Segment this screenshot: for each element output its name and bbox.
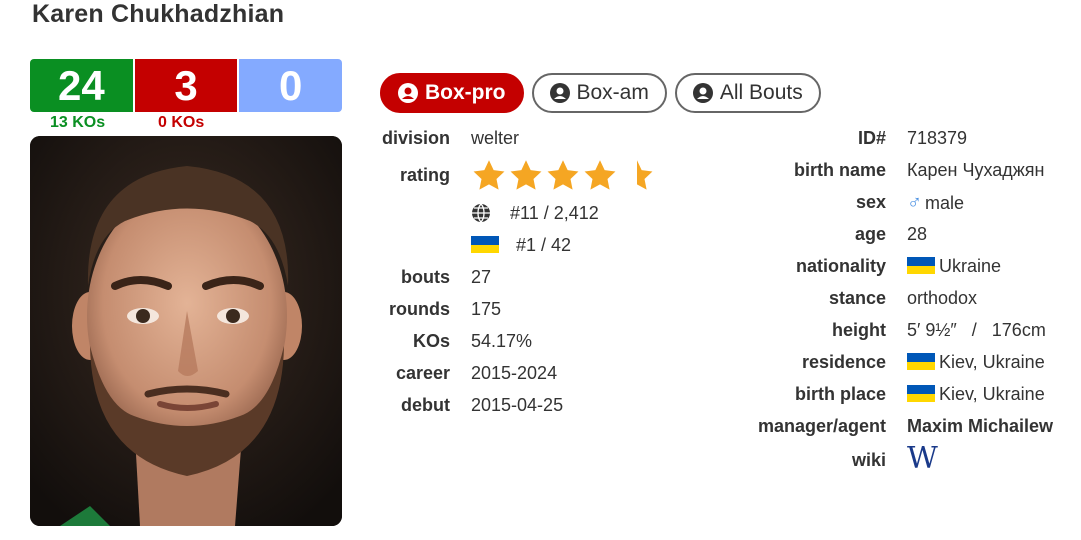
sex-label: sex <box>855 192 886 212</box>
stance-value: orthodox <box>907 288 978 308</box>
ukraine-flag-icon <box>471 236 499 253</box>
kos-value: 54.17% <box>471 331 533 351</box>
ukraine-flag-icon <box>907 257 935 274</box>
rounds-value: 175 <box>471 299 502 319</box>
manager-label: manager/agent <box>757 416 886 436</box>
star-icon <box>584 160 616 190</box>
user-circle-icon <box>398 83 418 103</box>
age-label: age <box>854 224 886 244</box>
sex-row: ♂ male <box>907 192 964 215</box>
nationality-value: Ukraine <box>939 256 1002 276</box>
country-rank-value: #1 / 42 <box>516 235 572 255</box>
boxer-photo <box>30 136 342 526</box>
boxer-name: Karen Chukhadzhian <box>32 0 285 28</box>
birth-name-value: Карен Чухаджян <box>907 160 1045 180</box>
tab-box-am[interactable]: Box-am <box>531 73 667 113</box>
debut-label: debut <box>401 395 450 415</box>
height-value: 5′ 9½″ / 176cm <box>907 320 1046 340</box>
record-type-tabs: Box-pro Box-am All Bouts <box>380 73 821 113</box>
nationality-label: nationality <box>795 256 886 276</box>
birth-place-value: Kiev, Ukraine <box>939 384 1045 404</box>
division-label: division <box>381 128 450 148</box>
birth-place-label: birth place <box>794 384 886 404</box>
manager-value[interactable]: Maxim Michailew <box>907 416 1053 437</box>
bouts-label: bouts <box>401 267 450 287</box>
division-value: welter <box>471 128 520 148</box>
losses-kos: 0 KOs <box>158 114 205 131</box>
residence-row[interactable]: Kiev, Ukraine <box>907 352 1045 373</box>
boxer-portrait-image <box>30 136 342 526</box>
tab-label: All Bouts <box>719 81 803 104</box>
wins-count: 24 <box>30 59 135 112</box>
id-value: 718379 <box>907 128 968 148</box>
rating-stars <box>471 158 655 194</box>
nationality-row[interactable]: Ukraine <box>907 256 1001 277</box>
draws-count: 0 <box>239 59 343 112</box>
tab-label: Box-am <box>576 81 649 104</box>
kos-label: KOs <box>412 331 450 351</box>
id-label: ID# <box>857 128 886 148</box>
svg-text:W: W <box>907 444 938 472</box>
ukraine-flag-icon <box>907 353 935 370</box>
debut-value: 2015-04-25 <box>471 395 564 415</box>
tab-label: Box-pro <box>425 81 506 104</box>
residence-label: residence <box>801 352 886 372</box>
user-circle-icon <box>549 83 570 103</box>
bouts-value: 27 <box>471 267 492 287</box>
star-icon <box>473 160 505 190</box>
rounds-label: rounds <box>389 299 450 319</box>
wins-kos: 13 KOs <box>50 114 106 131</box>
star-icon <box>510 160 542 190</box>
star-icon <box>547 160 579 190</box>
wikipedia-icon[interactable]: W <box>907 441 943 477</box>
country-rank: #1 / 42 <box>471 235 571 256</box>
tab-box-pro[interactable]: Box-pro <box>380 73 524 113</box>
height-label: height <box>832 320 886 340</box>
residence-value: Kiev, Ukraine <box>939 352 1045 372</box>
male-icon: ♂ <box>907 192 922 214</box>
world-rank-value: #11 / 2,412 <box>510 203 599 223</box>
half-star-icon <box>637 160 653 190</box>
stance-label: stance <box>828 288 886 308</box>
tab-all-bouts[interactable]: All Bouts <box>674 73 821 113</box>
ukraine-flag-icon <box>907 385 935 402</box>
rating-label: rating <box>399 165 450 185</box>
age-value: 28 <box>907 224 928 244</box>
record-summary: 24 3 0 <box>30 59 343 112</box>
globe-icon <box>471 203 491 228</box>
world-rank: #11 / 2,412 <box>471 203 599 228</box>
losses-count: 3 <box>134 59 240 112</box>
sex-value: male <box>925 193 965 213</box>
birth-place-row[interactable]: Kiev, Ukraine <box>907 384 1045 405</box>
career-value: 2015-2024 <box>471 363 558 383</box>
career-label: career <box>395 363 450 383</box>
user-circle-icon <box>692 83 713 103</box>
birth-name-label: birth name <box>793 160 886 180</box>
wiki-label: wiki <box>851 450 886 470</box>
